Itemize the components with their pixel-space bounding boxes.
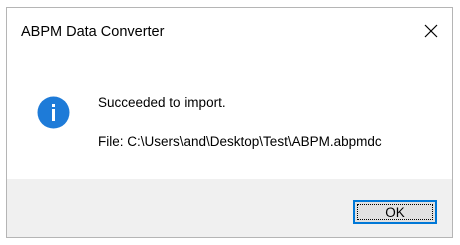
dialog-content: Succeeded to import. File: C:\Users\and\… <box>7 54 452 179</box>
button-bar: OK <box>7 179 452 237</box>
ok-button-label: OK <box>385 204 405 220</box>
file-path-text: File: C:\Users\and\Desktop\Test\ABPM.abp… <box>98 134 382 149</box>
close-button[interactable] <box>410 8 452 54</box>
dialog-title: ABPM Data Converter <box>21 24 165 40</box>
info-icon <box>37 96 70 129</box>
close-icon <box>424 24 438 38</box>
message-text: Succeeded to import. <box>98 95 226 110</box>
ok-button[interactable]: OK <box>353 200 437 224</box>
title-bar: ABPM Data Converter <box>7 8 452 54</box>
message-dialog: ABPM Data Converter Succeeded to import.… <box>6 7 453 238</box>
